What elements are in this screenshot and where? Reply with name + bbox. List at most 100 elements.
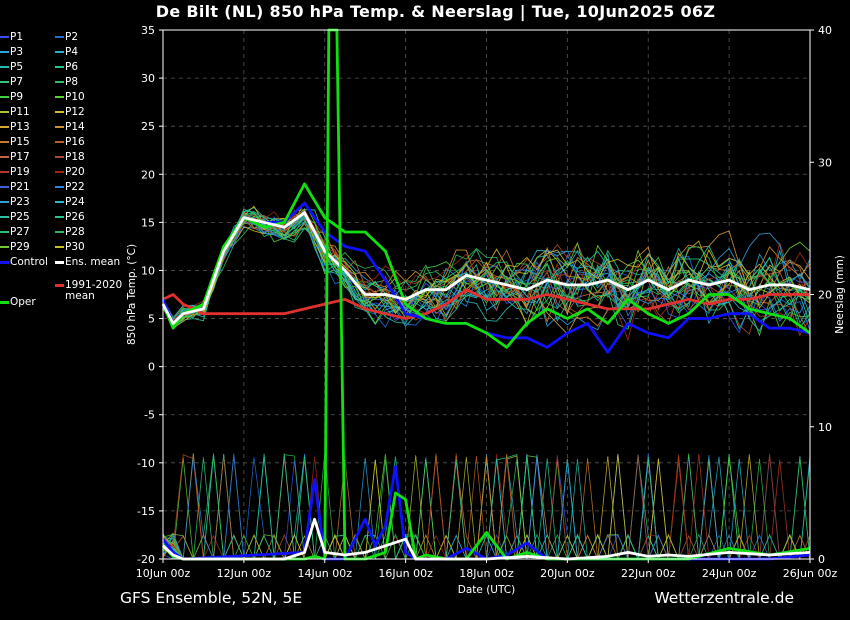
legend-label: P20 [65,166,85,178]
legend-label: P19 [10,166,30,178]
x-tick-label: 24Jun 00z [702,567,757,580]
legend-item-p12: P12 [55,106,85,118]
legend-swatch [0,246,9,248]
legend-label: P7 [10,76,24,88]
legend-swatch [0,66,9,68]
legend-swatch [0,171,9,173]
y-tick-label: 0 [148,361,155,374]
y-tick-label: 30 [141,72,155,85]
x-tick-label: 14Jun 00z [298,567,353,580]
y2-tick-label: 40 [818,24,832,37]
legend-label: Ens. mean [65,256,121,268]
y-tick-label: -5 [144,409,155,422]
legend-item-p15: P15 [0,136,30,148]
legend-label: P4 [65,46,79,58]
y-tick-label: 5 [148,313,155,326]
legend-swatch [0,186,9,188]
legend-swatch [55,231,64,233]
x-tick-label: 12Jun 00z [217,567,272,580]
legend-swatch [0,201,9,203]
y-tick-label: -20 [137,553,155,566]
legend-label-line2: mean [65,290,95,302]
x-tick-label: 26Jun 00z [783,567,838,580]
legend-label: P23 [10,196,30,208]
legend-label: Control [10,256,48,268]
legend-label: P22 [65,181,85,193]
legend-swatch [55,126,64,128]
legend-item-p20: P20 [55,166,85,178]
y-tick-label: 25 [141,120,155,133]
legend-item-p25: P25 [0,211,30,223]
y-tick-label: 15 [141,216,155,229]
legend-item-p22: P22 [55,181,85,193]
legend-item-p13: P13 [0,121,30,133]
legend-item-p26: P26 [55,211,85,223]
legend-label: P17 [10,151,30,163]
y-axis-label: 850 hPa Temp. (°C) [126,244,138,345]
x-axis-label: Date (UTC) [458,584,515,596]
legend-item-oper: Oper [0,296,36,308]
legend-label: P1 [10,31,24,43]
legend-swatch [55,260,64,264]
y-tick-label: 35 [141,24,155,37]
legend-item-p30: P30 [55,241,85,253]
legend-item-p6: P6 [55,61,78,73]
legend-label: P2 [65,31,79,43]
legend-swatch [55,171,64,173]
legend-label: P10 [65,91,85,103]
legend-swatch [0,126,9,128]
legend-item-p27: P27 [0,226,30,238]
legend-label: P18 [65,151,85,163]
legend-swatch [55,111,64,113]
legend-label: P24 [65,196,85,208]
y-tick-label: 10 [141,264,155,277]
legend-swatch [55,81,64,83]
legend-label: P6 [65,61,79,73]
legend-label: P25 [10,211,30,223]
x-tick-label: 20Jun 00z [540,567,595,580]
legend-item-p28: P28 [55,226,85,238]
legend-label: P8 [65,76,79,88]
legend-label: P15 [10,136,30,148]
legend-swatch [0,216,9,218]
legend-item-p7: P7 [0,76,23,88]
legend-label: P29 [10,241,30,253]
legend-swatch [0,111,9,113]
legend-item-p9: P9 [0,91,23,103]
legend-item-clim-mean: 1991-2020 mean [55,279,122,301]
y2-tick-label: 0 [818,553,825,566]
legend-swatch [0,81,9,83]
x-tick-label: 10Jun 00z [136,567,191,580]
model-label: GFS Ensemble, 52N, 5E [120,589,303,607]
legend-item-p10: P10 [55,91,85,103]
legend-item-p17: P17 [0,151,30,163]
legend-item-control: Control [0,256,48,268]
y-tick-label: -15 [137,505,155,518]
legend-item-p24: P24 [55,196,85,208]
legend-label: P26 [65,211,85,223]
y-tick-label: 20 [141,168,155,181]
legend-item-p3: P3 [0,46,23,58]
source-label: Wetterzentrale.de [654,589,794,607]
legend-label: P5 [10,61,24,73]
legend-swatch [0,141,9,143]
legend-label: P13 [10,121,30,133]
y2-tick-label: 30 [818,156,832,169]
y2-tick-label: 20 [818,289,832,302]
legend-label: P12 [65,106,85,118]
legend-label: P3 [10,46,24,58]
legend-swatch [0,51,9,53]
legend-swatch [55,283,64,287]
legend-label: P27 [10,226,30,238]
legend-swatch [55,201,64,203]
legend-swatch [55,36,64,38]
x-tick-label: 22Jun 00z [621,567,676,580]
chart-canvas: 35 30 25 20 15 10 5 0 -5 -10 -15 -20 40 30 20 10 0 10Jun … [126,24,846,596]
legend-item-p2: P2 [55,31,78,43]
x-tick-label: 18Jun 00z [459,567,514,580]
legend-swatch [0,96,9,98]
legend-swatch [0,300,9,304]
legend-swatch [0,36,9,38]
legend-swatch [0,231,9,233]
legend-swatch [55,156,64,158]
